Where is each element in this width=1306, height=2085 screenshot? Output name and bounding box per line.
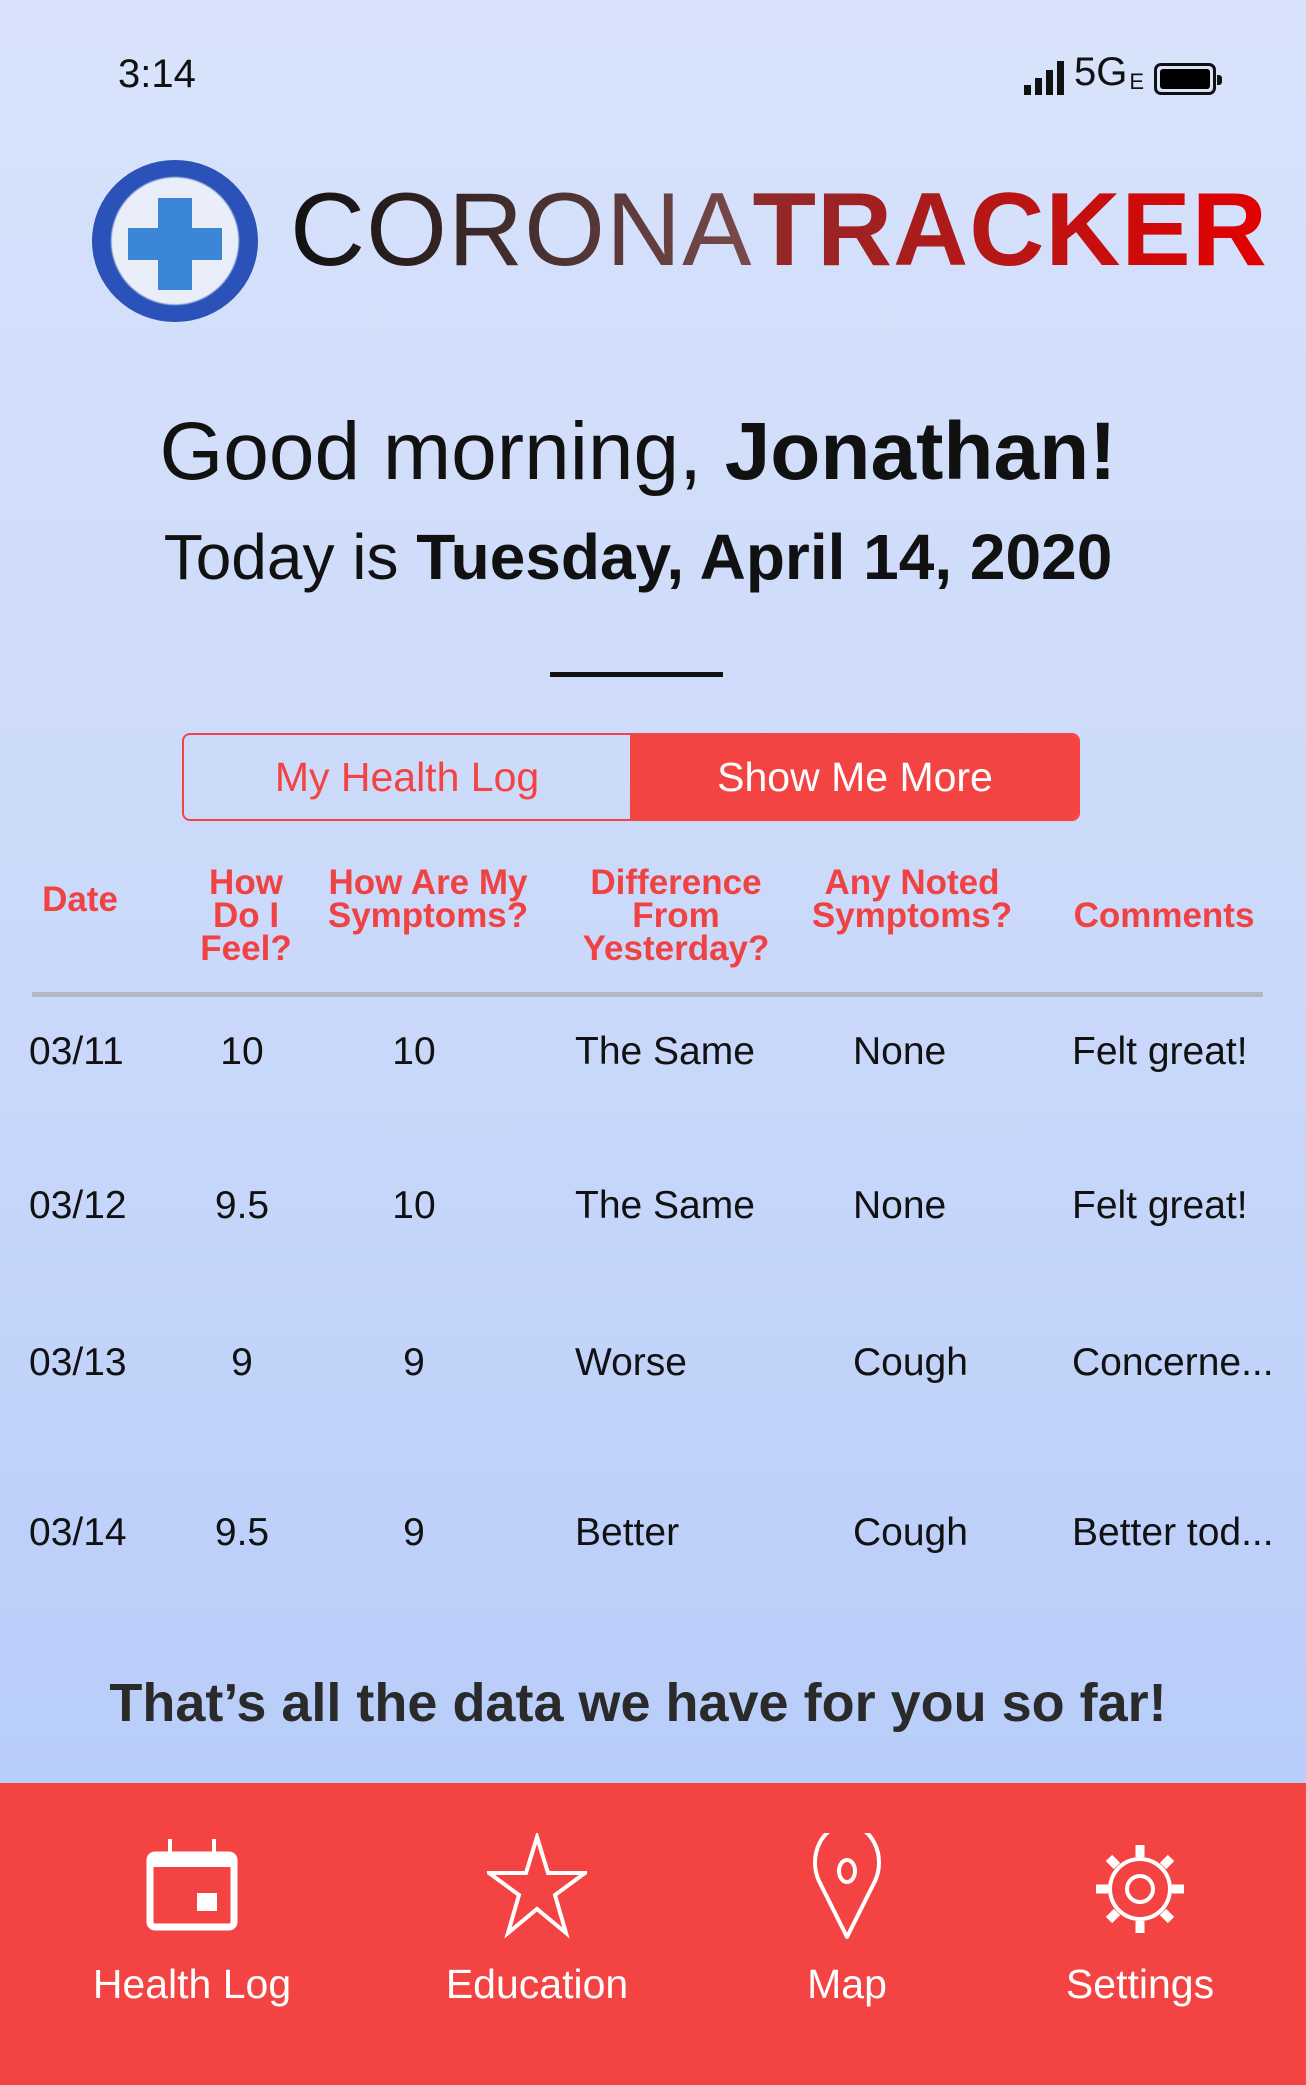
end-of-data-message: That’s all the data we have for you so f… [109, 1673, 1167, 1733]
app-logo: CORONATRACKER [290, 178, 1268, 282]
current-date: Tuesday, April 14, 2020 [416, 521, 1113, 593]
cell-noted-symptoms: Cough [853, 1341, 968, 1384]
network-label: 5G [1073, 50, 1128, 94]
cell-date: 03/13 [29, 1341, 127, 1384]
cell-difference: Better [575, 1511, 680, 1554]
view-segmented-control: My Health Log Show Me More [182, 733, 1080, 821]
cell-comments: Felt great! [1072, 1184, 1248, 1227]
cell-noted-symptoms: None [853, 1030, 947, 1073]
cell-symptoms: 10 [392, 1030, 436, 1073]
date-line: Today is Tuesday, April 14, 2020 [0, 520, 1276, 594]
header-comments: Comments [1073, 896, 1255, 935]
cell-feel: 10 [220, 1030, 264, 1073]
header-separator [32, 992, 1263, 997]
gear-icon [1096, 1845, 1184, 1933]
header-date: Date [42, 880, 118, 919]
logo-cross-bar [128, 228, 222, 260]
tab-label: Education [445, 1961, 629, 2007]
tab-label: Map [807, 1961, 887, 2007]
cell-symptoms: 9 [403, 1511, 425, 1554]
map-pin-icon [813, 1833, 881, 1939]
cell-comments: Better tod... [1072, 1511, 1274, 1554]
date-prefix: Today is [163, 521, 417, 593]
logo-text-bold: TRACKER [752, 172, 1268, 288]
star-icon [487, 1833, 587, 1939]
cell-noted-symptoms: None [853, 1184, 947, 1227]
user-name: Jonathan! [724, 406, 1117, 497]
calendar-icon [146, 1839, 238, 1931]
cell-feel: 9.5 [214, 1184, 270, 1227]
cell-difference: The Same [575, 1030, 755, 1073]
cell-noted-symptoms: Cough [853, 1511, 968, 1554]
header-difference: Difference From Yesterday? [582, 863, 770, 968]
logo-text-regular: CORONA [290, 172, 753, 288]
cell-difference: The Same [575, 1184, 755, 1227]
status-indicators: 5G E [1023, 50, 1222, 95]
cell-feel: 9 [231, 1341, 253, 1384]
cell-symptoms: 9 [403, 1341, 425, 1384]
cell-date: 03/11 [29, 1030, 124, 1073]
cell-difference: Worse [575, 1341, 687, 1384]
cell-date: 03/12 [29, 1184, 127, 1227]
greeting-prefix: Good morning, [159, 406, 725, 497]
segment-show-me-more[interactable]: Show Me More [632, 735, 1078, 819]
tab-label: Health Log [92, 1961, 292, 2007]
greeting: Good morning, Jonathan! [0, 405, 1276, 499]
cell-date: 03/14 [29, 1511, 127, 1554]
header-symptoms: How Are My Symptoms? [327, 863, 529, 935]
header-feel: How Do I Feel? [200, 863, 292, 968]
cell-comments: Felt great! [1072, 1030, 1248, 1073]
cell-feel: 9.5 [214, 1511, 270, 1554]
header-noted-symptoms: Any Noted Symptoms? [811, 863, 1013, 935]
segment-my-health-log[interactable]: My Health Log [184, 735, 632, 819]
tab-bar: Health Log Education Map Settings [0, 1783, 1306, 2085]
tab-label: Settings [1065, 1961, 1215, 2007]
status-time: 3:14 [118, 52, 196, 96]
network-suffix: E [1129, 69, 1144, 94]
battery-icon [1154, 63, 1222, 95]
divider [550, 672, 723, 677]
signal-icon [1023, 59, 1064, 95]
cell-symptoms: 10 [392, 1184, 436, 1227]
cell-comments: Concerne... [1072, 1341, 1274, 1384]
